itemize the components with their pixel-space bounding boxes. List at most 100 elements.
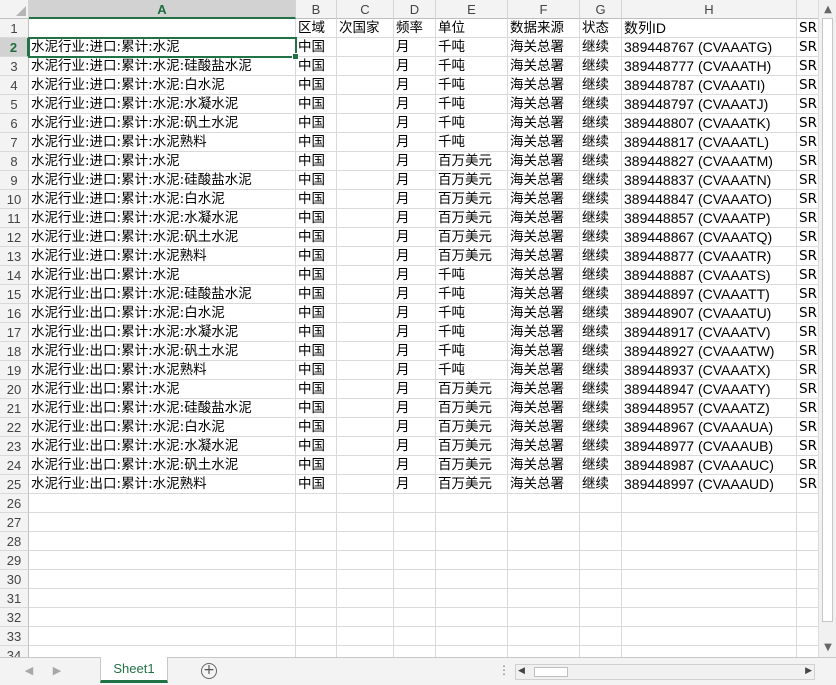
table-cell[interactable] xyxy=(580,494,622,513)
table-cell[interactable]: 月 xyxy=(394,456,436,475)
table-cell[interactable]: 水泥行业:出口:累计:水泥:水凝水泥 xyxy=(29,437,296,456)
table-cell[interactable]: 水泥行业:出口:累计:水泥熟料 xyxy=(29,475,296,494)
table-cell[interactable]: 水泥行业:进口:累计:水泥熟料 xyxy=(29,247,296,266)
table-cell[interactable]: 中国 xyxy=(296,418,337,437)
column-header-f[interactable]: F xyxy=(508,0,580,19)
table-cell[interactable]: SR xyxy=(797,399,818,418)
table-cell[interactable] xyxy=(797,627,818,646)
table-cell[interactable] xyxy=(508,494,580,513)
table-cell[interactable]: 月 xyxy=(394,418,436,437)
table-cell[interactable]: 百万美元 xyxy=(436,247,508,266)
table-cell[interactable]: 海关总署 xyxy=(508,475,580,494)
table-cell[interactable]: 月 xyxy=(394,475,436,494)
select-all-corner[interactable] xyxy=(0,0,29,19)
table-cell[interactable] xyxy=(508,646,580,657)
row-header[interactable]: 21 xyxy=(0,399,29,418)
table-cell[interactable] xyxy=(508,589,580,608)
table-cell[interactable] xyxy=(337,76,394,95)
table-cell[interactable] xyxy=(296,608,337,627)
table-cell[interactable]: 389448797 (CVAAATJ) xyxy=(622,95,797,114)
table-cell[interactable]: 中国 xyxy=(296,342,337,361)
table-cell[interactable] xyxy=(436,570,508,589)
table-cell[interactable]: 月 xyxy=(394,76,436,95)
column-header-a[interactable]: A xyxy=(29,0,296,19)
table-cell[interactable]: 月 xyxy=(394,361,436,380)
table-cell[interactable]: SR xyxy=(797,304,818,323)
table-cell[interactable]: 海关总署 xyxy=(508,190,580,209)
table-cell[interactable]: 海关总署 xyxy=(508,57,580,76)
table-cell[interactable]: 389448807 (CVAAATK) xyxy=(622,114,797,133)
table-cell[interactable] xyxy=(508,532,580,551)
table-cell[interactable]: 百万美元 xyxy=(436,475,508,494)
table-cell[interactable] xyxy=(337,361,394,380)
table-cell[interactable]: 中国 xyxy=(296,247,337,266)
table-cell[interactable]: 千吨 xyxy=(436,95,508,114)
table-cell[interactable] xyxy=(296,627,337,646)
table-cell[interactable]: 389448897 (CVAAATT) xyxy=(622,285,797,304)
table-cell[interactable]: 月 xyxy=(394,57,436,76)
table-cell[interactable]: 389448927 (CVAAATW) xyxy=(622,342,797,361)
table-cell[interactable] xyxy=(337,627,394,646)
table-cell[interactable]: 中国 xyxy=(296,38,337,57)
table-cell[interactable]: 继续 xyxy=(580,133,622,152)
active-cell[interactable]: 水泥行业:进口:累计:水泥 xyxy=(28,37,297,58)
row-header[interactable]: 9 xyxy=(0,171,29,190)
table-cell[interactable] xyxy=(337,209,394,228)
row-header[interactable]: 2 xyxy=(0,38,29,57)
table-cell[interactable] xyxy=(622,589,797,608)
table-cell[interactable]: 月 xyxy=(394,399,436,418)
table-cell[interactable] xyxy=(337,57,394,76)
table-cell[interactable]: SR xyxy=(797,228,818,247)
table-cell[interactable]: 中国 xyxy=(296,171,337,190)
table-cell[interactable]: 水泥行业:进口:累计:水泥:矾土水泥 xyxy=(29,114,296,133)
table-cell[interactable]: 海关总署 xyxy=(508,380,580,399)
table-cell[interactable]: 水泥行业:进口:累计:水泥:水凝水泥 xyxy=(29,209,296,228)
table-cell[interactable]: 继续 xyxy=(580,114,622,133)
table-cell[interactable]: 389448957 (CVAAATZ) xyxy=(622,399,797,418)
table-cell[interactable]: 389448817 (CVAAATL) xyxy=(622,133,797,152)
table-cell[interactable] xyxy=(337,323,394,342)
table-cell[interactable] xyxy=(508,608,580,627)
table-cell[interactable] xyxy=(337,437,394,456)
table-cell[interactable]: 继续 xyxy=(580,456,622,475)
table-cell[interactable]: 水泥行业:进口:累计:水泥:水凝水泥 xyxy=(29,95,296,114)
table-cell[interactable]: 海关总署 xyxy=(508,209,580,228)
table-cell[interactable]: 水泥行业:出口:累计:水泥:硅酸盐水泥 xyxy=(29,285,296,304)
table-cell[interactable]: 中国 xyxy=(296,152,337,171)
table-cell[interactable] xyxy=(337,152,394,171)
table-cell[interactable] xyxy=(337,418,394,437)
table-cell[interactable]: 海关总署 xyxy=(508,323,580,342)
table-cell[interactable]: 中国 xyxy=(296,57,337,76)
table-cell[interactable] xyxy=(580,627,622,646)
table-cell[interactable]: SR xyxy=(797,247,818,266)
vertical-scrollbar[interactable]: ▲ ▼ xyxy=(818,0,836,657)
table-cell[interactable]: 海关总署 xyxy=(508,247,580,266)
table-cell[interactable]: 中国 xyxy=(296,133,337,152)
table-cell[interactable] xyxy=(296,551,337,570)
table-cell[interactable]: 水泥行业:进口:累计:水泥:白水泥 xyxy=(29,190,296,209)
table-cell[interactable] xyxy=(337,456,394,475)
table-cell[interactable] xyxy=(337,608,394,627)
table-cell[interactable] xyxy=(296,532,337,551)
table-cell[interactable] xyxy=(337,171,394,190)
table-cell[interactable] xyxy=(337,285,394,304)
table-cell[interactable]: 389448887 (CVAAATS) xyxy=(622,266,797,285)
row-header[interactable]: 29 xyxy=(0,551,29,570)
table-cell[interactable] xyxy=(337,589,394,608)
table-cell[interactable]: 百万美元 xyxy=(436,228,508,247)
table-cell[interactable] xyxy=(394,589,436,608)
table-cell[interactable] xyxy=(580,570,622,589)
table-cell[interactable]: 海关总署 xyxy=(508,399,580,418)
table-cell[interactable]: 千吨 xyxy=(436,38,508,57)
header-cell[interactable]: 数据来源 xyxy=(508,19,580,38)
table-cell[interactable]: SR xyxy=(797,95,818,114)
table-cell[interactable] xyxy=(337,304,394,323)
row-header[interactable]: 24 xyxy=(0,456,29,475)
row-header[interactable]: 19 xyxy=(0,361,29,380)
table-cell[interactable] xyxy=(436,551,508,570)
table-cell[interactable]: 继续 xyxy=(580,361,622,380)
row-header[interactable]: 32 xyxy=(0,608,29,627)
table-cell[interactable] xyxy=(622,551,797,570)
scroll-right-arrow-icon[interactable]: ▶ xyxy=(805,666,812,676)
table-cell[interactable]: 千吨 xyxy=(436,114,508,133)
